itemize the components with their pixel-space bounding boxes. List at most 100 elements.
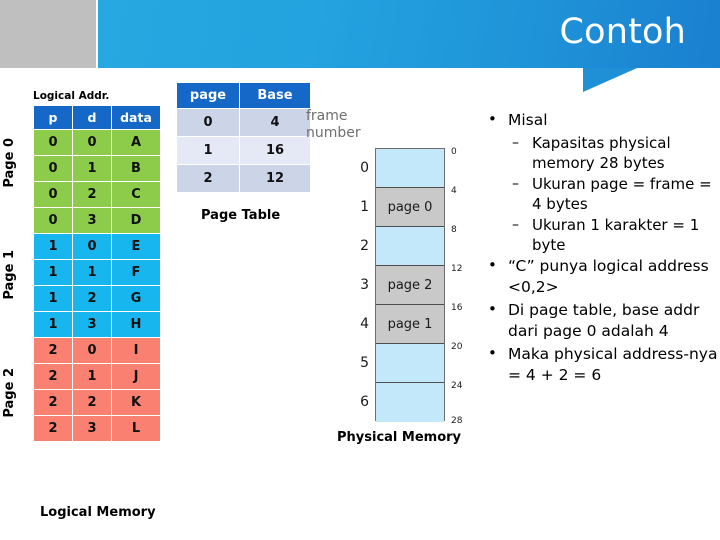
cell-p: 2 (34, 416, 72, 441)
frame-cell-1: page 0 (376, 188, 444, 227)
cell-d: 1 (73, 364, 111, 389)
cell-data: A (112, 130, 160, 155)
cell-d: 2 (73, 390, 111, 415)
address-tick-8: 8 (451, 225, 457, 235)
cell-d: 0 (73, 130, 111, 155)
table-row: 0 4 (177, 109, 310, 136)
cell-p: 1 (34, 312, 72, 337)
frame-index-2: 2 (360, 238, 369, 254)
cell-p: 2 (34, 364, 72, 389)
note-bullet-misal: Misal (482, 109, 720, 131)
logical-col-header-p: p (34, 106, 72, 129)
address-tick-12: 12 (451, 264, 463, 274)
cell-d: 2 (73, 182, 111, 207)
address-tick-4: 4 (451, 186, 457, 196)
frame-index-1: 1 (360, 199, 369, 215)
table-row: 2 2 K (34, 390, 160, 415)
logical-memory-caption: Logical Memory (40, 505, 156, 520)
page-table-col-header-page: page (177, 83, 239, 108)
cell-p: 0 (34, 130, 72, 155)
logical-table-header-row: p d data (34, 106, 160, 129)
cell-p: 2 (34, 338, 72, 363)
cell-data: C (112, 182, 160, 207)
frame-index-3: 3 (360, 277, 369, 293)
frame-cell-0 (376, 149, 444, 188)
cell-page: 1 (177, 137, 239, 164)
physical-memory-caption: Physical Memory (337, 430, 462, 445)
note-bullet-logical-address: “C” punya logical address <0,2> (482, 255, 720, 298)
cell-page: 0 (177, 109, 239, 136)
note-subbullet-ukuran-page: Ukuran page = frame = 4 bytes (482, 174, 720, 214)
logical-col-header-data: data (112, 106, 160, 129)
table-row: 1 0 E (34, 234, 160, 259)
table-row: 0 0 A (34, 130, 160, 155)
cell-data: G (112, 286, 160, 311)
page-table-header-row: page Base (177, 83, 310, 108)
logical-col-header-d: d (73, 106, 111, 129)
frame-index-4: 4 (360, 316, 369, 332)
frame-cell-4: page 1 (376, 305, 444, 344)
cell-data: H (112, 312, 160, 337)
cell-data: K (112, 390, 160, 415)
logical-memory-section: Logical Addr. Page 0 Page 1 Page 2 p d d… (0, 90, 175, 520)
page-table-col-header-base: Base (240, 83, 310, 108)
note-bullet-base-addr: Di page table, base addr dari page 0 ada… (482, 299, 720, 342)
cell-data: B (112, 156, 160, 181)
cell-data: E (112, 234, 160, 259)
frame-cell-5 (376, 344, 444, 383)
note-bullet-physical-address: Maka physical address-nya = 4 + 2 = 6 (482, 343, 720, 386)
physical-memory-section: frame number 0 1 2 3 4 5 6 page 0 page 2… (300, 108, 490, 458)
frame-index-0: 0 (360, 160, 369, 176)
table-row: 1 2 G (34, 286, 160, 311)
cell-d: 1 (73, 156, 111, 181)
cell-d: 3 (73, 416, 111, 441)
cell-p: 2 (34, 390, 72, 415)
frame-number-label: frame number (306, 108, 361, 141)
cell-data: J (112, 364, 160, 389)
table-row: 1 1 F (34, 260, 160, 285)
logical-memory-table: p d data 0 0 A 0 1 B 0 2 C 0 3 D 1 0 E 1… (33, 105, 161, 442)
frame-index-6: 6 (360, 394, 369, 410)
logical-addr-label: Logical Addr. (33, 90, 110, 102)
logical-side-label-page1: Page 1 (2, 250, 17, 300)
cell-p: 0 (34, 156, 72, 181)
cell-data: I (112, 338, 160, 363)
frame-cell-3: page 2 (376, 266, 444, 305)
cell-d: 0 (73, 338, 111, 363)
frame-cell-6 (376, 383, 444, 422)
cell-p: 0 (34, 182, 72, 207)
frame-cell-2 (376, 227, 444, 266)
table-row: 1 16 (177, 137, 310, 164)
cell-d: 1 (73, 260, 111, 285)
page-title: Contoh (559, 12, 686, 52)
page-table-section: page Base 0 4 1 16 2 12 Page Table (176, 82, 311, 223)
frame-index-5: 5 (360, 355, 369, 371)
table-row: 0 3 D (34, 208, 160, 233)
cell-data: L (112, 416, 160, 441)
banner-tail-notch (583, 68, 637, 92)
banner-gray-block (0, 0, 96, 68)
address-tick-16: 16 (451, 303, 463, 313)
cell-p: 1 (34, 286, 72, 311)
cell-p: 1 (34, 234, 72, 259)
notes-list: Misal Kapasitas physical memory 28 bytes… (482, 109, 720, 388)
logical-side-label-page0: Page 0 (2, 138, 17, 188)
address-tick-0: 0 (451, 147, 457, 157)
cell-d: 3 (73, 312, 111, 337)
physical-memory-frames: page 0 page 2 page 1 (375, 148, 445, 422)
table-row: 1 3 H (34, 312, 160, 337)
table-row: 0 1 B (34, 156, 160, 181)
table-row: 2 12 (177, 165, 310, 192)
table-row: 2 3 L (34, 416, 160, 441)
table-row: 2 1 J (34, 364, 160, 389)
cell-d: 3 (73, 208, 111, 233)
note-subbullet-ukuran-karakter: Ukuran 1 karakter = 1 byte (482, 215, 720, 255)
page-table: page Base 0 4 1 16 2 12 (176, 82, 311, 193)
cell-p: 0 (34, 208, 72, 233)
cell-data: F (112, 260, 160, 285)
address-tick-20: 20 (451, 342, 463, 352)
cell-page: 2 (177, 165, 239, 192)
note-subbullet-kapasitas: Kapasitas physical memory 28 bytes (482, 133, 720, 173)
address-tick-28: 28 (451, 416, 463, 426)
page-table-caption: Page Table (201, 208, 281, 223)
